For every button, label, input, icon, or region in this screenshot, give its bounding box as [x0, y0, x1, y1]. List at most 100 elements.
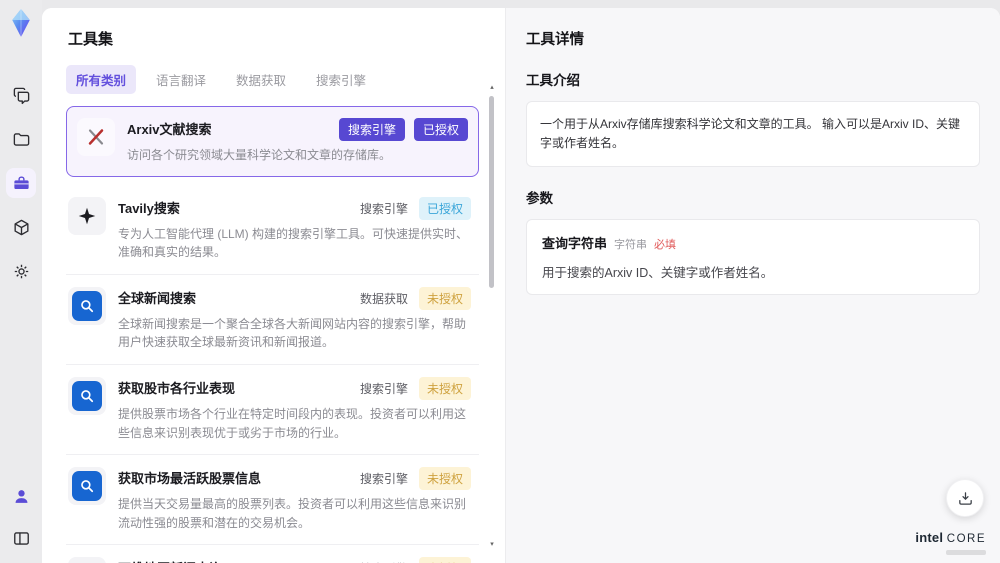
category-badge: 搜索引擎: [358, 557, 410, 563]
gear-icon: [14, 264, 28, 278]
tool-card-body: 万维地区新闻查询 搜索引擎 未授权 查询具体行政区划内的新闻，快速了解各地新闻动: [118, 557, 471, 563]
sidebar-item-toolset[interactable]: [6, 168, 36, 198]
chat-icon: [13, 87, 29, 104]
tool-badges: 搜索引擎 已授权: [358, 196, 471, 220]
tab-label: 语言翻译: [156, 74, 207, 88]
tool-card-body: Arxiv文献搜索 搜索引擎 已授权 访问各个研究领域大量科学论文和文章的存储库…: [127, 118, 468, 165]
category-tab[interactable]: 搜索引擎: [306, 65, 376, 94]
tool-description: 访问各个研究领域大量科学论文和文章的存储库。: [127, 148, 392, 162]
category-badge: 搜索引擎: [359, 472, 408, 487]
tool-name: 获取市场最活跃股票信息: [118, 471, 262, 487]
tab-label: 所有类别: [76, 74, 127, 88]
tool-name: Tavily搜索: [118, 200, 180, 216]
detail-title: 工具详情: [526, 32, 584, 48]
toolset-panel: 工具集 所有类别 语言翻译 数据获取 搜索引擎 Arxiv文献搜索 搜索引擎 已…: [42, 8, 505, 563]
brand-name: intel: [915, 530, 944, 546]
tool-icon-box: [68, 196, 106, 235]
panel-collapse-icon: [13, 531, 29, 545]
category-tab[interactable]: 语言翻译: [146, 65, 216, 94]
category-badge: 搜索引擎: [359, 381, 408, 396]
download-icon: [958, 491, 972, 505]
tool-icon-box: [68, 557, 106, 563]
tool-card-body: 获取市场最活跃股票信息 搜索引擎 未授权 提供当天交易量最高的股票列表。投资者可…: [118, 467, 471, 532]
status-badge: 已授权: [413, 118, 468, 141]
intel-core-logo: intel CORE: [915, 529, 986, 555]
params-list: 查询字符串 字符串 必填 用于搜索的Arxiv ID、关键字或作者姓名。: [526, 219, 980, 296]
tab-label: 数据获取: [236, 74, 287, 88]
tool-badges: 搜索引擎 未授权: [358, 557, 471, 563]
sidebar-item-collapse[interactable]: [6, 523, 36, 553]
sidebar-item-files[interactable]: [6, 124, 36, 154]
tab-label: 搜索引擎: [316, 74, 367, 88]
sidebar-item-settings[interactable]: [6, 256, 36, 286]
category-tab[interactable]: 所有类别: [66, 65, 137, 94]
tool-card[interactable]: 万维地区新闻查询 搜索引擎 未授权 查询具体行政区划内的新闻，快速了解各地新闻动: [66, 545, 479, 563]
tool-card-body: Tavily搜索 搜索引擎 已授权 专为人工智能代理 (LLM) 构建的搜索引擎…: [118, 196, 471, 262]
category-badge: 数据获取: [359, 291, 408, 306]
tool-card-body: 获取股市各行业表现 搜索引擎 未授权 提供股票市场各个行业在特定时间段内的表现。…: [118, 376, 471, 442]
category-tab[interactable]: 数据获取: [226, 65, 296, 94]
category-tabs: 所有类别 语言翻译 数据获取 搜索引擎: [66, 65, 479, 94]
tool-badges: 搜索引擎 未授权: [358, 376, 471, 400]
tool-description: 全球新闻搜索是一个聚合全球各大新闻网站内容的搜索引擎，帮助用户快速获取全球最新资…: [118, 316, 467, 350]
list-scrollbar[interactable]: ▴ ▾: [488, 84, 496, 549]
main-content: 工具集 所有类别 语言翻译 数据获取 搜索引擎 Arxiv文献搜索 搜索引擎 已…: [42, 8, 1000, 563]
tool-icon-box: [68, 286, 106, 325]
tool-name: 全球新闻搜索: [118, 290, 197, 306]
tool-card-body: 全球新闻搜索 数据获取 未授权 全球新闻搜索是一个聚合全球各大新闻网站内容的搜索…: [118, 286, 471, 352]
tool-card[interactable]: 获取市场最活跃股票信息 搜索引擎 未授权 提供当天交易量最高的股票列表。投资者可…: [66, 455, 479, 546]
category-badge: 搜索引擎: [338, 118, 405, 141]
brand-series: CORE: [946, 533, 986, 546]
search-icon: [72, 471, 102, 502]
param-required-badge: 必填: [654, 239, 677, 252]
cube-icon: [13, 219, 29, 235]
tool-card[interactable]: Tavily搜索 搜索引擎 已授权 专为人工智能代理 (LLM) 构建的搜索引擎…: [66, 184, 479, 275]
sidebar-item-account[interactable]: [6, 481, 36, 511]
scrollbar-thumb[interactable]: [489, 96, 494, 288]
app-logo-icon: [12, 9, 30, 37]
scroll-up-arrow-icon[interactable]: ▴: [488, 84, 496, 92]
tool-icon-box: [68, 376, 106, 415]
tool-description: 提供股票市场各个行业在特定时间段内的表现。投资者可以利用这些信息来识别表现优于或…: [118, 406, 467, 440]
download-button[interactable]: [946, 479, 984, 517]
status-badge: 未授权: [418, 557, 471, 563]
user-icon: [15, 489, 27, 503]
tool-icon-box: [68, 467, 106, 506]
arxiv-icon: [84, 125, 108, 149]
tool-name: Arxiv文献搜索: [127, 122, 212, 137]
search-icon: [72, 380, 102, 411]
sidebar-item-models[interactable]: [6, 212, 36, 242]
tool-card[interactable]: Arxiv文献搜索 搜索引擎 已授权 访问各个研究领域大量科学论文和文章的存储库…: [66, 106, 479, 177]
search-icon: [72, 290, 102, 321]
intro-text: 一个用于从Arxiv存储库搜索科学论文和文章的工具。 输入可以是Arxiv ID…: [526, 101, 980, 168]
status-badge: 未授权: [418, 286, 471, 310]
tool-detail-panel: 工具详情 工具介绍 一个用于从Arxiv存储库搜索科学论文和文章的工具。 输入可…: [505, 8, 1000, 563]
param-type: 字符串: [614, 239, 648, 252]
tool-badges: 搜索引擎 已授权: [338, 118, 468, 141]
tool-name: 万维地区新闻查询: [118, 557, 358, 563]
sidebar-item-chat[interactable]: [6, 80, 36, 110]
intro-heading: 工具介绍: [526, 73, 580, 88]
tavily-star-icon: [76, 205, 98, 227]
tool-card[interactable]: 获取股市各行业表现 搜索引擎 未授权 提供股票市场各个行业在特定时间段内的表现。…: [66, 364, 479, 456]
toolbox-icon: [13, 175, 29, 189]
category-badge: 搜索引擎: [359, 201, 408, 216]
sidebar-nav: [6, 80, 36, 286]
app-sidebar: [0, 0, 42, 563]
tool-card[interactable]: 全球新闻搜索 数据获取 未授权 全球新闻搜索是一个聚合全球各大新闻网站内容的搜索…: [66, 274, 479, 365]
tool-name: 获取股市各行业表现: [118, 380, 236, 396]
scroll-down-arrow-icon[interactable]: ▾: [488, 541, 496, 549]
tool-badges: 数据获取 未授权: [358, 286, 471, 310]
sidebar-bottom: [0, 481, 42, 553]
status-badge: 未授权: [418, 467, 471, 491]
folder-icon: [13, 132, 29, 146]
page-title: 工具集: [68, 31, 114, 48]
status-badge: 已授权: [418, 196, 471, 220]
tool-icon-box: [77, 118, 115, 156]
tool-badges: 搜索引擎 未授权: [358, 467, 471, 491]
param-name: 查询字符串: [542, 236, 608, 252]
param-item: 查询字符串 字符串 必填 用于搜索的Arxiv ID、关键字或作者姓名。: [542, 233, 964, 281]
params-heading: 参数: [526, 191, 553, 207]
tool-list: Arxiv文献搜索 搜索引擎 已授权 访问各个研究领域大量科学论文和文章的存储库…: [66, 106, 479, 563]
brand-subtext-bar: [946, 550, 986, 555]
